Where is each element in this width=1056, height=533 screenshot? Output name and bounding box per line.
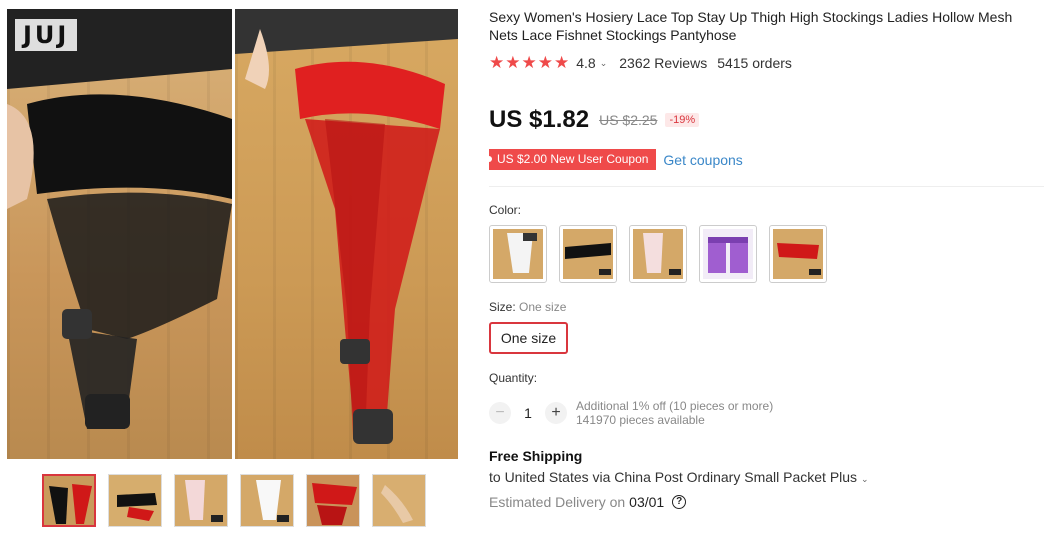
thumbnail-6[interactable] (372, 474, 426, 527)
image-left-half (7, 9, 232, 459)
quantity-stepper: − 1 + Additional 1% off (10 pieces or mo… (489, 399, 773, 427)
image-right-half (235, 9, 458, 459)
size-label: Size: One size (489, 300, 567, 314)
brand-logo: JUJ (15, 19, 78, 51)
thumbnail-1[interactable] (42, 474, 96, 527)
thumbnail-3[interactable] (174, 474, 228, 527)
orders-count: 5415 orders (717, 55, 792, 71)
discount-badge: -19% (665, 113, 700, 127)
main-product-image[interactable]: JUJ (7, 9, 458, 459)
rating-stars: ★ ★ ★ ★ ★ (489, 54, 569, 72)
quantity-info: Additional 1% off (10 pieces or more) 14… (576, 399, 773, 427)
star-icon: ★ (554, 53, 570, 72)
color-swatch-3[interactable] (629, 225, 687, 283)
free-shipping-title: Free Shipping (489, 448, 583, 464)
price-row: US $1.82 US $2.25 -19% (489, 106, 700, 134)
chevron-down-icon[interactable]: ⌄ (861, 474, 869, 484)
star-icon: ★ (489, 53, 505, 72)
current-price: US $1.82 (489, 106, 590, 133)
estimated-delivery: Estimated Delivery on 03/01 ? (489, 494, 687, 510)
bulk-discount-text: Additional 1% off (10 pieces or more) (576, 399, 774, 413)
shipping-destination[interactable]: to United States via China Post Ordinary… (489, 469, 869, 485)
rating-row: ★ ★ ★ ★ ★ 4.8 ⌄ 2362 Reviews 5415 orders (489, 54, 792, 72)
thumbnail-2[interactable] (108, 474, 162, 527)
new-user-coupon-badge[interactable]: US $2.00 New User Coupon (485, 149, 657, 170)
size-selected-value: One size (519, 300, 567, 314)
get-coupons-link[interactable]: Get coupons (663, 152, 742, 168)
increase-quantity-button[interactable]: + (545, 402, 567, 424)
product-title: Sexy Women's Hosiery Lace Top Stay Up Th… (489, 9, 1013, 43)
original-price: US $2.25 (599, 112, 658, 128)
color-swatch-1[interactable] (489, 225, 547, 283)
color-swatch-4[interactable] (699, 225, 757, 283)
color-label: Color: (489, 203, 522, 217)
divider (489, 186, 1044, 187)
quantity-input[interactable]: 1 (511, 405, 545, 421)
pieces-available-text: 141970 pieces available (576, 413, 705, 427)
estimated-delivery-label: Estimated Delivery on (489, 494, 626, 510)
thumbnail-strip (42, 474, 426, 527)
star-icon: ★ (505, 53, 521, 72)
estimated-delivery-date: 03/01 (629, 494, 665, 510)
color-swatch-5[interactable] (769, 225, 827, 283)
rating-value[interactable]: 4.8 (576, 55, 595, 71)
star-icon: ★ (537, 53, 553, 72)
red-stocking-illustration (235, 9, 458, 444)
coupon-row: US $2.00 New User Coupon Get coupons (485, 149, 743, 170)
thumbnail-4[interactable] (240, 474, 294, 527)
color-swatches (489, 225, 827, 283)
thumbnail-5[interactable] (306, 474, 360, 527)
size-option-one-size[interactable]: One size (489, 322, 568, 354)
decrease-quantity-button[interactable]: − (489, 402, 511, 424)
star-icon: ★ (521, 53, 537, 72)
help-icon[interactable]: ? (672, 495, 687, 509)
quantity-label: Quantity: (489, 371, 538, 385)
chevron-down-icon[interactable]: ⌄ (600, 58, 608, 69)
black-stocking-illustration (7, 9, 232, 429)
color-swatch-2[interactable] (559, 225, 617, 283)
reviews-link[interactable]: 2362 Reviews (619, 55, 707, 71)
